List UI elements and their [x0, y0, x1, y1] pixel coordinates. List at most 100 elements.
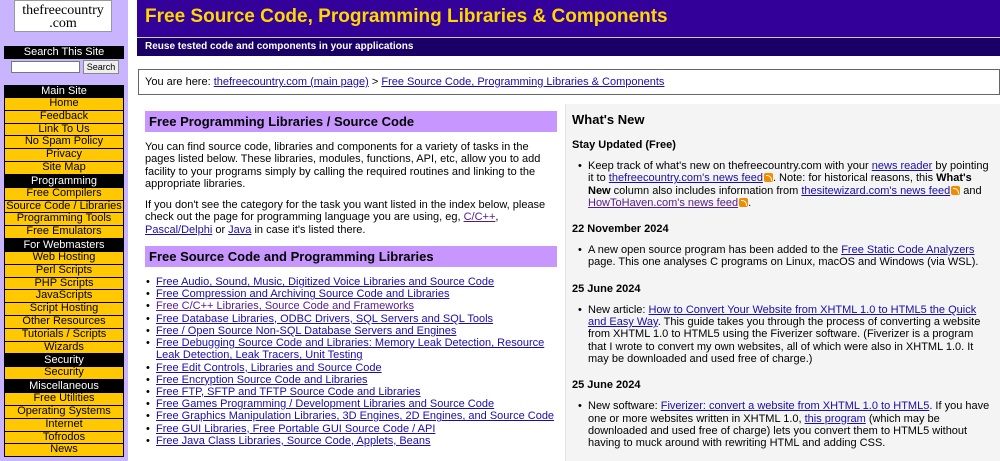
text: .	[748, 196, 752, 209]
breadcrumb-home-link[interactable]: thefreecountry.com (main page)	[214, 76, 369, 88]
list-item: New software: Fiverizer: convert a websi…	[572, 400, 1000, 449]
breadcrumb-prefix: You are here:	[145, 76, 214, 88]
list-item: A new open source program has been added…	[572, 244, 1000, 269]
sitewizard-feed-link[interactable]: thesitewizard.com's news feed	[801, 185, 950, 197]
sidebar-item[interactable]: Web Hosting	[4, 251, 124, 265]
sidebar-item[interactable]: News	[4, 444, 124, 458]
news-date: 22 November 2024	[572, 223, 669, 236]
text: page. This one analyses C programs on Li…	[588, 256, 979, 269]
whats-new-sidebar: What's New Stay Updated (Free) Keep trac…	[565, 104, 1000, 461]
sidebar-item[interactable]: Tofrodos	[4, 431, 124, 445]
library-link[interactable]: Free GUI Libraries, Free Portable GUI So…	[156, 423, 435, 435]
section-heading-libraries: Free Programming Libraries / Source Code	[145, 111, 557, 132]
rss-icon[interactable]	[739, 197, 749, 207]
sidebar-item[interactable]: JavaScripts	[4, 290, 124, 304]
library-link[interactable]: Free / Open Source Non-SQL Database Serv…	[156, 325, 456, 337]
news-list: New software: Fiverizer: convert a websi…	[572, 400, 1000, 449]
list-item: Free Java Class Libraries, Source Code, …	[145, 435, 557, 447]
pascal-delphi-link[interactable]: Pascal/Delphi	[145, 224, 212, 236]
library-link[interactable]: Free Debugging Source Code and Libraries…	[156, 337, 544, 361]
sidebar-item[interactable]: Perl Scripts	[4, 264, 124, 278]
library-link[interactable]: Free Edit Controls, Libraries and Source…	[156, 362, 382, 374]
sidebar-item[interactable]: Free Utilities	[4, 393, 124, 406]
logo-line2: .com	[49, 16, 77, 31]
library-link[interactable]: Free Graphics Manipulation Libraries, 3D…	[156, 410, 554, 422]
stay-updated-list: Keep track of what's new on thefreecount…	[572, 160, 1000, 209]
search-button[interactable]: Search	[83, 60, 119, 74]
list-item: Free Debugging Source Code and Libraries…	[145, 337, 557, 361]
sidebar-item[interactable]: Programming Tools	[4, 213, 124, 227]
search-title: Search This Site	[4, 46, 124, 59]
list-item: Free GUI Libraries, Free Portable GUI So…	[145, 423, 557, 435]
sidebar-item[interactable]: No Spam Policy	[4, 136, 124, 150]
lang-or: or	[212, 223, 229, 236]
text: New article:	[588, 303, 649, 316]
list-item: Free C/C++ Libraries, Source Code and Fr…	[145, 300, 557, 312]
sidebar-item[interactable]: Free Emulators	[4, 226, 124, 239]
rss-icon[interactable]	[763, 173, 773, 183]
this-program-link[interactable]: this program	[805, 413, 866, 425]
fiverizer-link[interactable]: Fiverizer: convert a website from XHTML …	[661, 400, 930, 412]
list-item: Free / Open Source Non-SQL Database Serv…	[145, 325, 557, 337]
sidebar-item[interactable]: Script Hosting	[4, 303, 124, 316]
left-navigation: Main Site Home Feedback Link To Us No Spam P…	[4, 85, 124, 458]
howtohaven-feed-link[interactable]: HowToHaven.com's news feed	[588, 197, 738, 209]
library-link[interactable]: Free Encryption Source Code and Librarie…	[156, 374, 368, 386]
text: column also includes information from	[610, 184, 802, 197]
nav-heading: Security	[4, 354, 124, 368]
nav-heading: Miscellaneous	[4, 380, 124, 394]
list-item: Free Database Libraries, ODBC Drivers, S…	[145, 313, 557, 325]
whats-new-title: What's New	[572, 112, 645, 127]
sidebar-item[interactable]: Site Map	[4, 161, 124, 175]
sidebar-item[interactable]: Free Compilers	[4, 187, 124, 201]
nav-heading: Programming	[4, 174, 124, 188]
search-input[interactable]	[11, 61, 80, 73]
library-link[interactable]: Free Java Class Libraries, Source Code, …	[156, 435, 431, 447]
text: A new open source program has been added…	[588, 244, 842, 257]
list-item: Free Graphics Manipulation Libraries, 3D…	[145, 410, 557, 422]
sidebar-item[interactable]: Source Code / Libraries	[4, 200, 124, 214]
sidebar-item[interactable]: Link To Us	[4, 123, 124, 137]
nav-heading: Main Site	[4, 85, 124, 98]
news-date: 25 June 2024	[572, 282, 641, 295]
sidebar-item[interactable]: Tutorials / Scripts	[4, 328, 124, 342]
breadcrumb-current-link[interactable]: Free Source Code, Programming Libraries …	[381, 76, 664, 88]
library-link[interactable]: Free Audio, Sound, Music, Digitized Voic…	[156, 276, 494, 288]
nav-heading: For Webmasters	[4, 238, 124, 252]
news-reader-link[interactable]: news reader	[872, 160, 933, 172]
lang-para-text-b: in case it's listed there.	[251, 223, 366, 236]
sidebar-item[interactable]: Privacy	[4, 149, 124, 162]
news-feed-link[interactable]: thefreecountry.com's news feed	[609, 172, 763, 184]
static-analyzers-link[interactable]: Free Static Code Analyzers	[841, 244, 974, 256]
breadcrumb: You are here: thefreecountry.com (main p…	[138, 69, 1000, 95]
site-logo[interactable]: thefreecountry .com	[14, 0, 112, 32]
library-link[interactable]: Free Compression and Archiving Source Co…	[156, 288, 450, 300]
library-link[interactable]: Free C/C++ Libraries, Source Code and Fr…	[156, 300, 414, 312]
text: and	[960, 184, 982, 197]
breadcrumb-separator: >	[368, 76, 382, 88]
library-link[interactable]: Free Games Programming / Development Lib…	[156, 398, 494, 410]
main-content: Free Programming Libraries / Source Code…	[145, 111, 557, 447]
sidebar-item[interactable]: Feedback	[4, 110, 124, 124]
sidebar-item[interactable]: Home	[4, 98, 124, 111]
list-item: Keep track of what's new on thefreecount…	[572, 160, 1000, 209]
site-header: Free Source Code, Programming Libraries …	[137, 0, 1000, 38]
sidebar-item[interactable]: Wizards	[4, 341, 124, 355]
c-cpp-link[interactable]: C/C++	[464, 211, 496, 223]
list-item: Free FTP, SFTP and TFTP Source Code and …	[145, 386, 557, 398]
library-list: Free Audio, Sound, Music, Digitized Voic…	[145, 276, 557, 447]
list-item: Free Audio, Sound, Music, Digitized Voic…	[145, 276, 557, 288]
java-link[interactable]: Java	[228, 224, 251, 236]
library-link[interactable]: Free Database Libraries, ODBC Drivers, S…	[156, 313, 493, 325]
sidebar-item[interactable]: Operating Systems	[4, 405, 124, 419]
sidebar-item[interactable]: Internet	[4, 418, 124, 432]
tagline-bar: Reuse tested code and components in your…	[137, 38, 1000, 56]
library-link[interactable]: Free FTP, SFTP and TFTP Source Code and …	[156, 386, 421, 398]
sidebar-item[interactable]: Other Resources	[4, 315, 124, 329]
list-item: New article: How to Convert Your Website…	[572, 304, 1000, 365]
list-item: Free Games Programming / Development Lib…	[145, 398, 557, 410]
rss-icon[interactable]	[951, 185, 961, 195]
sidebar-item[interactable]: PHP Scripts	[4, 277, 124, 291]
text: Keep track of what's new on thefreecount…	[588, 160, 872, 172]
sidebar-item[interactable]: Security	[4, 367, 124, 381]
